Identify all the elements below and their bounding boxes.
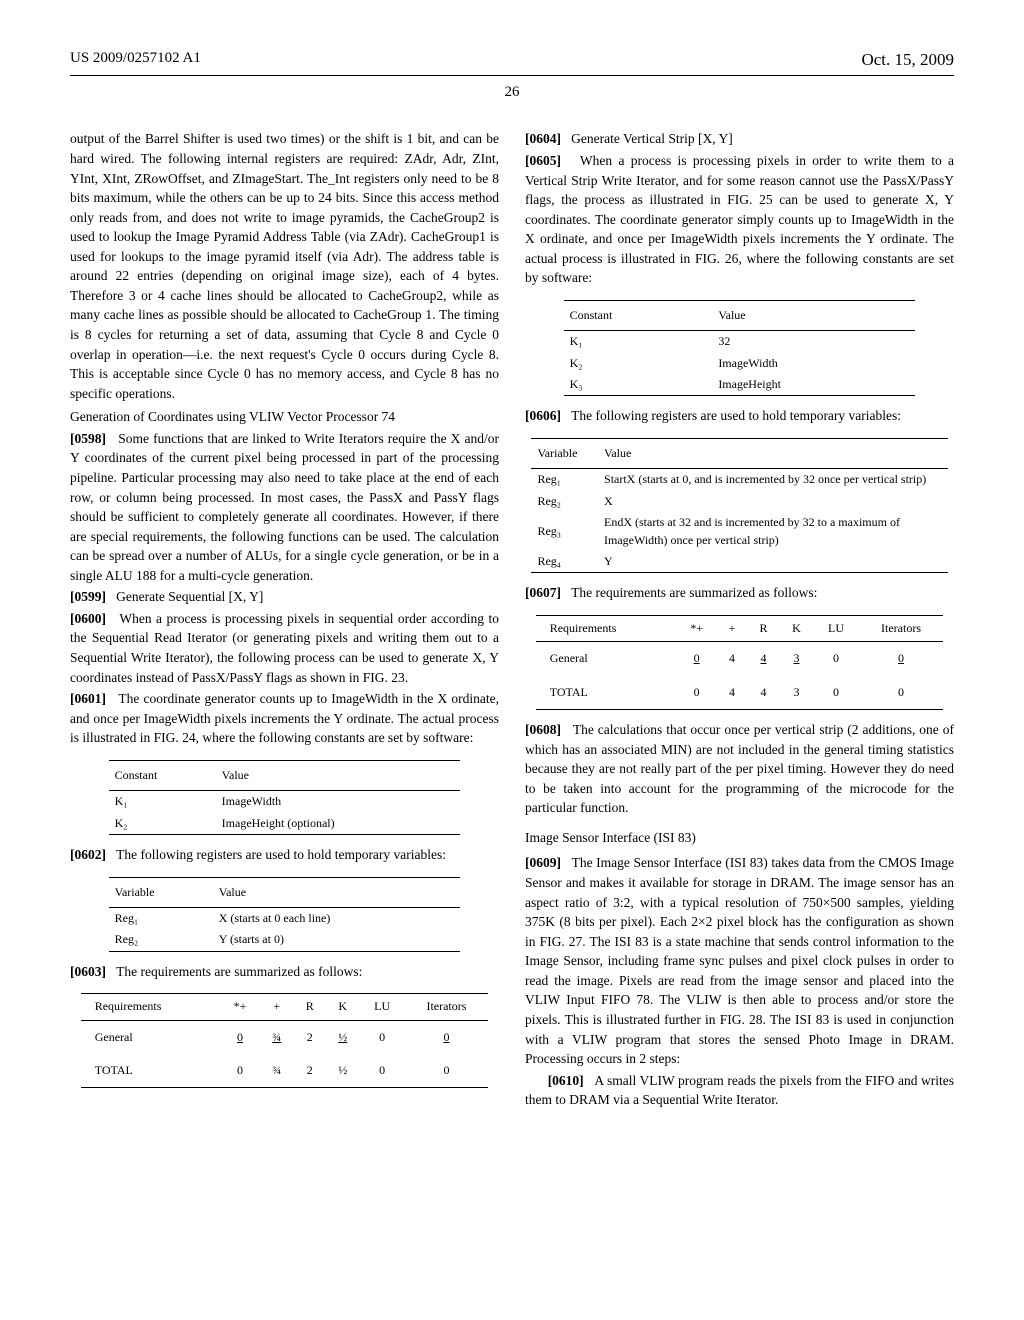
para-0604: [0604] Generate Vertical Strip [X, Y] <box>525 129 954 149</box>
para-0598: [0598] Some functions that are linked to… <box>70 429 499 586</box>
para-num-0606: [0606] <box>525 408 561 423</box>
para-0605: [0605] When a process is processing pixe… <box>525 151 954 288</box>
para-num-0599: [0599] <box>70 589 106 604</box>
table-requirements-2: Requirements *+ + R K LU Iterators Gener… <box>536 615 944 710</box>
para-num-0605: [0605] <box>525 153 561 168</box>
section-gen-coords: Generation of Coordinates using VLIW Vec… <box>70 407 499 427</box>
para-0599: [0599] Generate Sequential [X, Y] <box>70 587 499 607</box>
table-constants-1: Constant Value K₁ImageWidth K₂ImageHeigh… <box>109 760 461 835</box>
section-isi: Image Sensor Interface (ISI 83) <box>525 828 954 848</box>
th-value: Value <box>213 877 461 907</box>
para-0602-text: The following registers are used to hold… <box>116 847 446 862</box>
th-variable: Variable <box>109 877 213 907</box>
table-variables-2: Variable Value Reg₁StartX (starts at 0, … <box>531 438 947 573</box>
para-num-0598: [0598] <box>70 431 106 446</box>
td-k1-val: ImageWidth <box>216 791 461 813</box>
th-value: Value <box>712 300 915 330</box>
td-reg1-val: X (starts at 0 each line) <box>213 907 461 929</box>
th-value: Value <box>216 760 461 790</box>
td-k1: K₁ <box>109 791 216 813</box>
para-num-0604: [0604] <box>525 131 561 146</box>
th-req: Requirements <box>81 994 220 1020</box>
th-lu: LU <box>360 994 405 1020</box>
para-0603-text: The requirements are summarized as follo… <box>116 964 362 979</box>
content-columns: output of the Barrel Shifter is used two… <box>70 129 954 1111</box>
table-constants-2: Constant Value K₁32 K₂ImageWidth K₃Image… <box>564 300 916 397</box>
th-constant: Constant <box>109 760 216 790</box>
para-0604-text: Generate Vertical Strip [X, Y] <box>571 131 733 146</box>
para-0603: [0603] The requirements are summarized a… <box>70 962 499 982</box>
td-reg2-val: Y (starts at 0) <box>213 929 461 951</box>
th-k: K <box>326 994 360 1020</box>
right-column: [0604] Generate Vertical Strip [X, Y] [0… <box>525 129 954 1111</box>
para-0606: [0606] The following registers are used … <box>525 406 954 426</box>
para-0607: [0607] The requirements are summarized a… <box>525 583 954 603</box>
td-reg2: Reg₂ <box>109 929 213 951</box>
para-num-0602: [0602] <box>70 847 106 862</box>
para-0601: [0601] The coordinate generator counts u… <box>70 689 499 748</box>
para-0599-text: Generate Sequential [X, Y] <box>116 589 263 604</box>
para-num-0603: [0603] <box>70 964 106 979</box>
publication-date: Oct. 15, 2009 <box>861 48 954 73</box>
th-constant: Constant <box>564 300 713 330</box>
para-0609: [0609] The Image Sensor Interface (ISI 8… <box>525 853 954 1068</box>
page-number: 26 <box>70 82 954 104</box>
para-num-0609: [0609] <box>525 855 561 870</box>
para-num-0600: [0600] <box>70 611 106 626</box>
para-0608-text: The calculations that occur once per ver… <box>525 722 954 815</box>
para-0610: [0610] A small VLIW program reads the pi… <box>525 1071 954 1110</box>
th-plus: + <box>260 994 294 1020</box>
para-continuation: output of the Barrel Shifter is used two… <box>70 129 499 403</box>
para-0607-text: The requirements are summarized as follo… <box>571 585 817 600</box>
td-total: TOTAL <box>81 1054 220 1088</box>
th-iter: Iterators <box>405 994 489 1020</box>
td-general: General <box>81 1020 220 1054</box>
th-value: Value <box>598 439 948 469</box>
para-0608: [0608] The calculations that occur once … <box>525 720 954 818</box>
th-variable: Variable <box>531 439 598 469</box>
th-r: R <box>294 994 326 1020</box>
para-num-0601: [0601] <box>70 691 106 706</box>
td-reg1: Reg₁ <box>109 907 213 929</box>
para-0598-text: Some functions that are linked to Write … <box>70 431 499 583</box>
table-variables-1: Variable Value Reg₁X (starts at 0 each l… <box>109 877 461 952</box>
page-header: US 2009/0257102 A1 Oct. 15, 2009 <box>70 48 954 76</box>
para-0606-text: The following registers are used to hold… <box>571 408 901 423</box>
para-num-0608: [0608] <box>525 722 561 737</box>
para-0600-text: When a process is processing pixels in s… <box>70 611 499 685</box>
publication-number: US 2009/0257102 A1 <box>70 48 201 73</box>
table-requirements-1: Requirements *+ + R K LU Iterators Gener… <box>81 993 489 1088</box>
left-column: output of the Barrel Shifter is used two… <box>70 129 499 1111</box>
para-0601-text: The coordinate generator counts up to Im… <box>70 691 499 745</box>
para-num-0610: [0610] <box>548 1073 584 1088</box>
para-0605-text: When a process is processing pixels in o… <box>525 153 954 285</box>
para-num-0607: [0607] <box>525 585 561 600</box>
para-0600: [0600] When a process is processing pixe… <box>70 609 499 687</box>
para-0610-text: A small VLIW program reads the pixels fr… <box>525 1073 954 1108</box>
td-k2-val: ImageHeight (optional) <box>216 813 461 835</box>
para-0609-text: The Image Sensor Interface (ISI 83) take… <box>525 855 954 1066</box>
td-k2: K₂ <box>109 813 216 835</box>
para-0602: [0602] The following registers are used … <box>70 845 499 865</box>
th-starplus: *+ <box>220 994 260 1020</box>
